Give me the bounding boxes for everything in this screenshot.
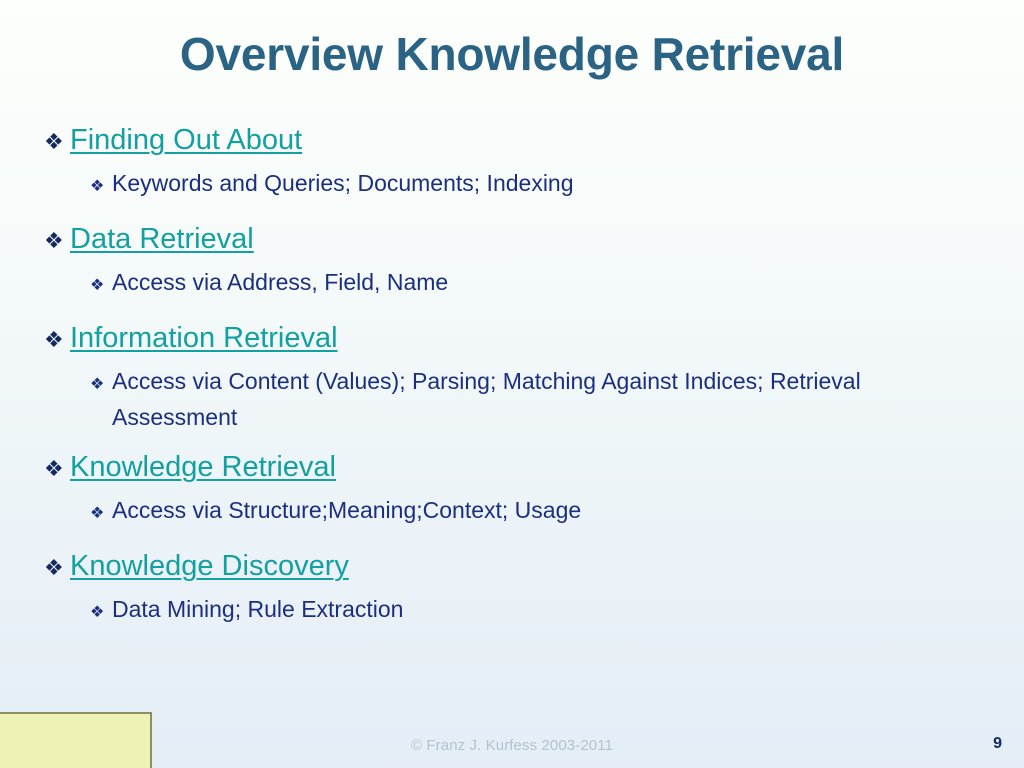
bullet-group: ❖ Knowledge Retrieval ❖ Access via Struc… [44, 449, 1000, 530]
bullet-level1-knowledge-discovery[interactable]: ❖ Knowledge Discovery [44, 548, 1000, 585]
bullet-level2: ❖ Access via Structure;Meaning;Context; … [90, 492, 1000, 530]
bullet-level1-label[interactable]: Data Retrieval [70, 221, 254, 257]
diamond-bullet-icon: ❖ [44, 228, 64, 253]
diamond-bullet-icon: ❖ [44, 129, 64, 154]
bullet-level2: ❖ Access via Address, Field, Name [90, 264, 1000, 302]
page-title: Overview Knowledge Retrieval [179, 28, 845, 80]
diamond-bullet-icon: ❖ [90, 178, 105, 195]
diamond-bullet-icon: ❖ [44, 555, 64, 580]
diamond-bullet-icon: ❖ [90, 376, 105, 393]
bullet-level1-knowledge-retrieval[interactable]: ❖ Knowledge Retrieval [44, 449, 1000, 486]
bullet-list: ❖ Finding Out About ❖ Keywords and Queri… [44, 122, 1000, 629]
bullet-level1-data-retrieval[interactable]: ❖ Data Retrieval [44, 221, 1000, 258]
bullet-group: ❖ Information Retrieval ❖ Access via Con… [44, 320, 1000, 435]
bullet-level2-label: Data Mining; Rule Extraction [112, 596, 404, 622]
bullet-level2-label: Access via Address, Field, Name [112, 269, 449, 295]
diamond-bullet-icon: ❖ [90, 604, 105, 621]
diamond-bullet-icon: ❖ [44, 456, 64, 481]
bullet-level1-label[interactable]: Finding Out About [70, 122, 302, 158]
diamond-bullet-icon: ❖ [90, 505, 105, 522]
bullet-level1-finding-out-about[interactable]: ❖ Finding Out About [44, 122, 1000, 159]
bullet-group: ❖ Data Retrieval ❖ Access via Address, F… [44, 221, 1000, 302]
bullet-level1-label[interactable]: Knowledge Discovery [70, 548, 349, 584]
slide: Overview Knowledge Retrieval ❖ Finding O… [0, 0, 1024, 768]
bullet-level2-label: Keywords and Queries; Documents; Indexin… [112, 170, 574, 196]
bullet-group: ❖ Finding Out About ❖ Keywords and Queri… [44, 122, 1000, 203]
diamond-bullet-icon: ❖ [44, 327, 64, 352]
copyright-text: © Franz J. Kurfess 2003-2011 [410, 737, 613, 754]
bullet-level1-information-retrieval[interactable]: ❖ Information Retrieval [44, 320, 1000, 357]
bullet-level2-label: Access via Structure;Meaning;Context; Us… [112, 497, 582, 523]
bullet-level1-label[interactable]: Information Retrieval [70, 320, 338, 356]
bullet-level2: ❖ Access via Content (Values); Parsing; … [90, 363, 1000, 435]
page-number: 9 [993, 735, 1002, 752]
bullet-level2: ❖ Keywords and Queries; Documents; Index… [90, 165, 1000, 203]
bullet-group: ❖ Knowledge Discovery ❖ Data Mining; Rul… [44, 548, 1000, 629]
bullet-level1-label[interactable]: Knowledge Retrieval [70, 449, 336, 485]
bullet-level2: ❖ Data Mining; Rule Extraction [90, 591, 1000, 629]
bullet-level2-label: Access via Content (Values); Parsing; Ma… [112, 368, 861, 430]
diamond-bullet-icon: ❖ [90, 277, 105, 294]
